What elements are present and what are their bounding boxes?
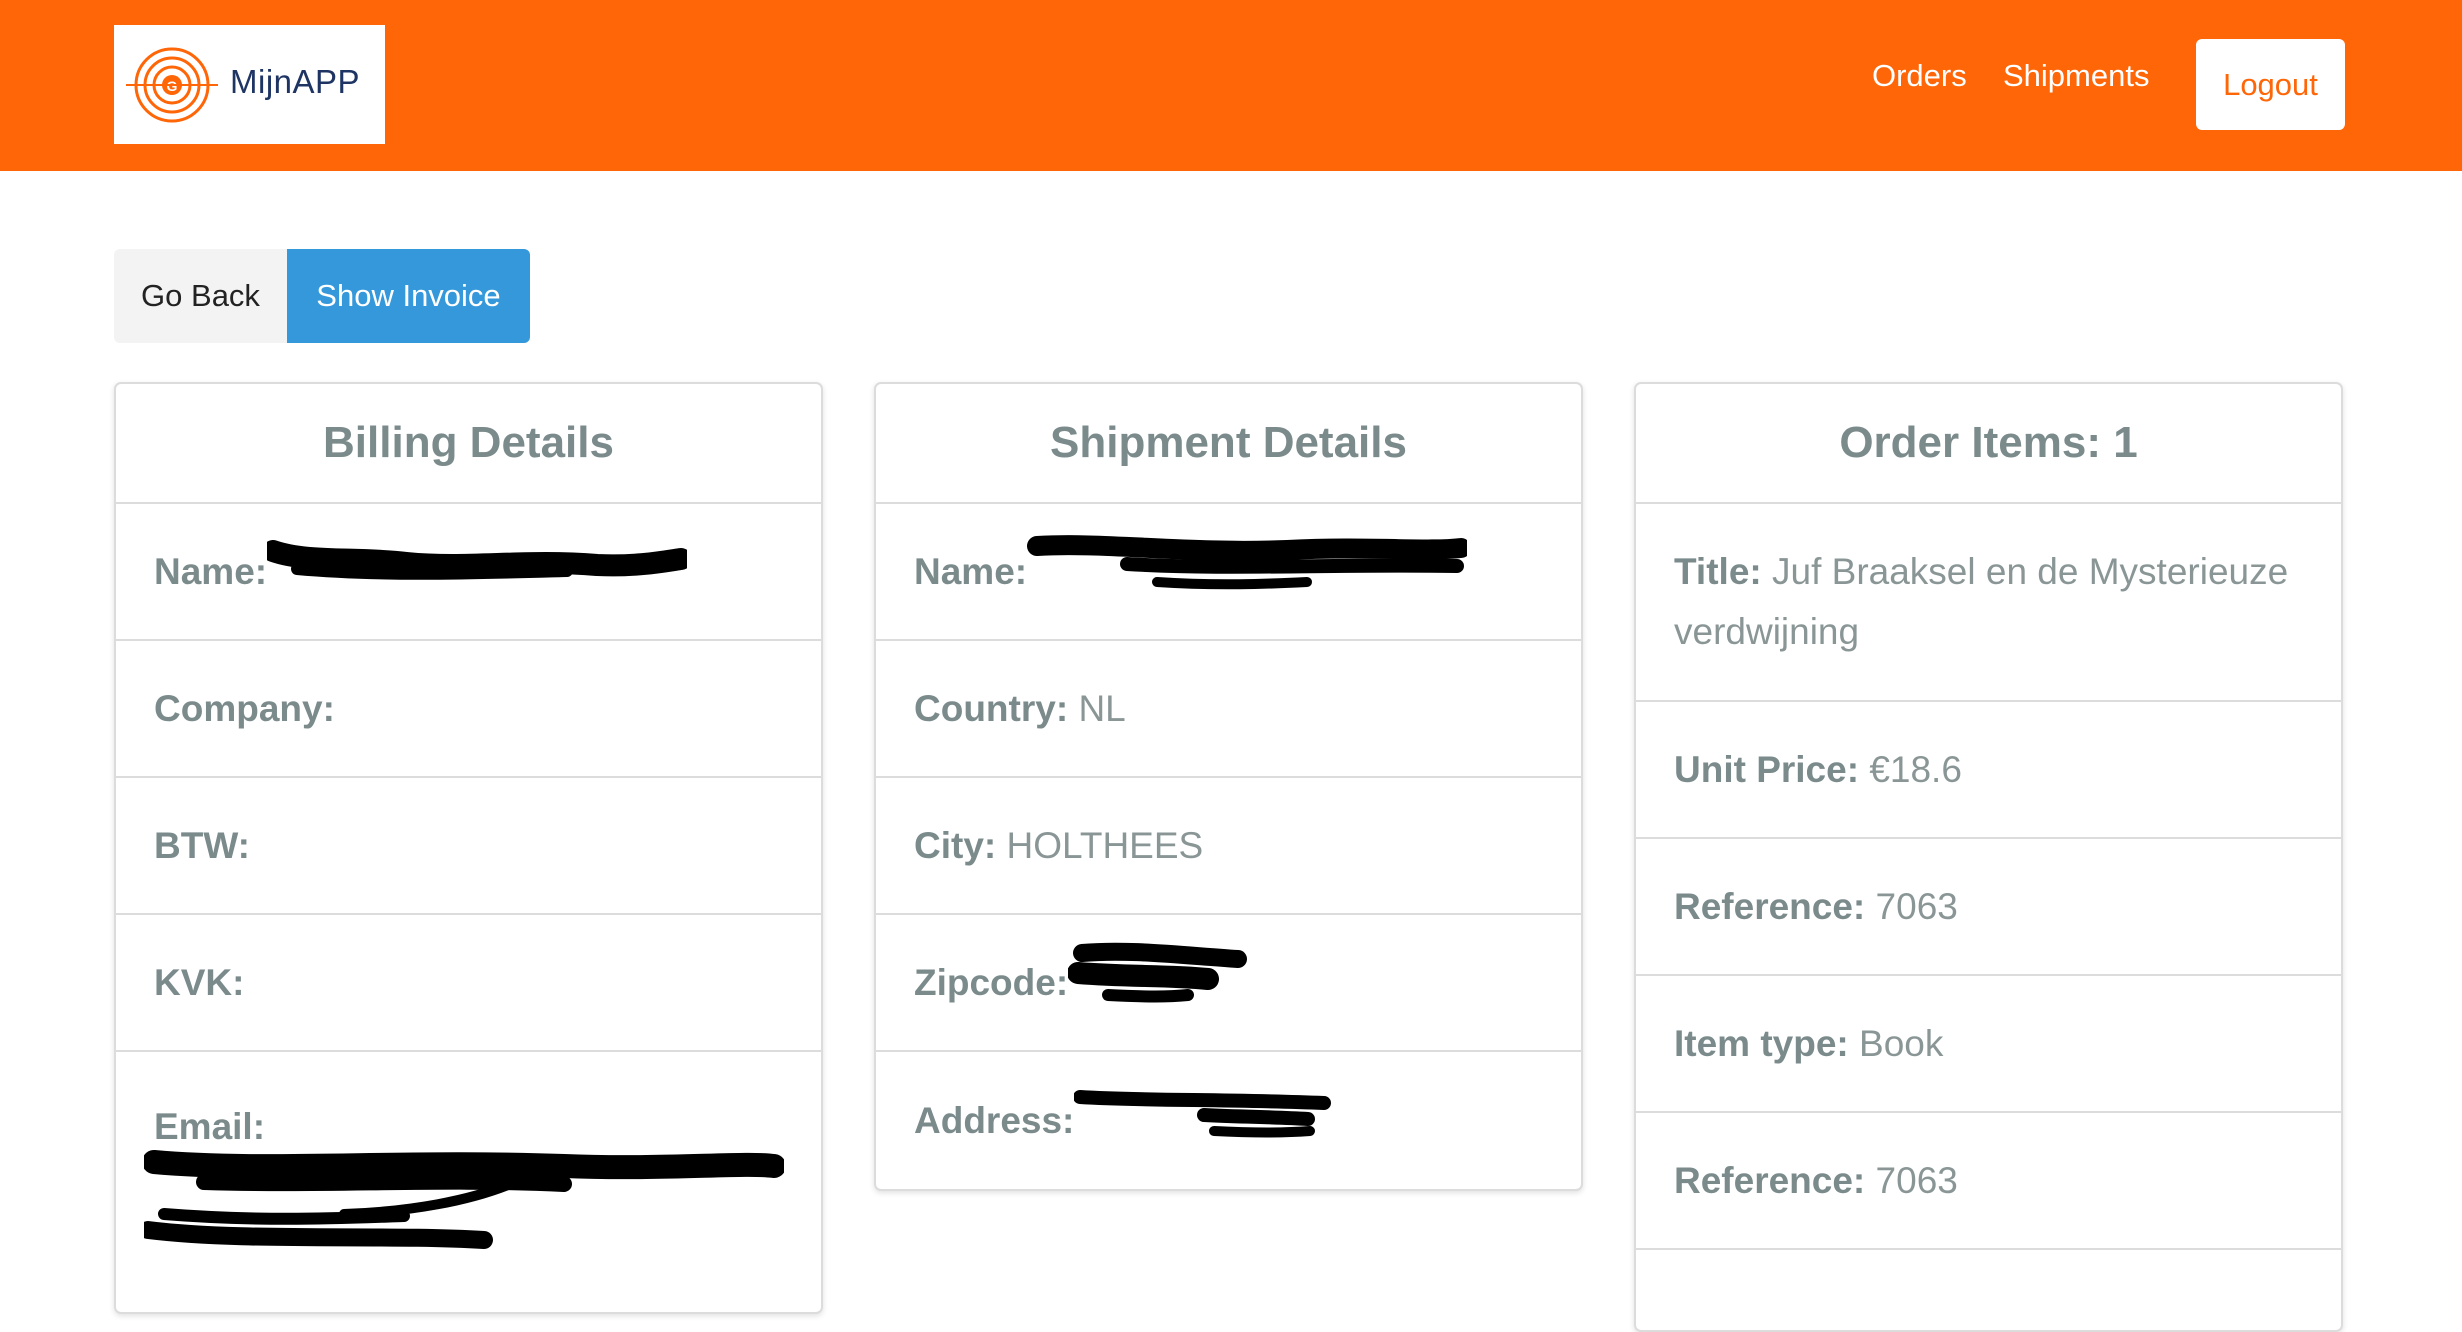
- order-item-unit-price-row: Unit Price: €18.6: [1636, 702, 2341, 839]
- order-item-title-row: Title: Juf Braaksel en de Mysterieuze ve…: [1636, 504, 2341, 702]
- order-item-empty-row: [1636, 1250, 2341, 1330]
- redaction-scribble: [1027, 528, 1472, 616]
- order-item-type-value: Book: [1859, 1022, 1944, 1064]
- shipment-city-value: HOLTHEES: [1006, 824, 1204, 866]
- billing-company-row: Company:: [116, 641, 821, 778]
- billing-name-row: Name:: [116, 504, 821, 641]
- billing-company-label: Company:: [154, 687, 335, 729]
- order-item-reference-label: Reference:: [1674, 885, 1866, 927]
- shipment-city-label: City:: [914, 824, 997, 866]
- order-item-reference2-row: Reference: 7063: [1636, 1113, 2341, 1250]
- redaction-scribble: [262, 533, 693, 611]
- order-items-card: Order Items: 1 Title: Juf Braaksel en de…: [1634, 382, 2343, 1332]
- shipment-zipcode-label: Zipcode:: [914, 961, 1069, 1003]
- billing-btw-label: BTW:: [154, 824, 250, 866]
- order-item-reference-row: Reference: 7063: [1636, 839, 2341, 976]
- order-item-reference2-label: Reference:: [1674, 1159, 1866, 1201]
- shipment-country-label: Country:: [914, 687, 1069, 729]
- order-item-type-row: Item type: Book: [1636, 976, 2341, 1113]
- redaction-scribble: [139, 1142, 786, 1290]
- billing-name-label: Name:: [154, 550, 268, 592]
- shipment-address-row: Address:: [876, 1052, 1581, 1189]
- nav-shipments-link[interactable]: Shipments: [2003, 58, 2149, 94]
- shipment-zipcode-row: Zipcode:: [876, 915, 1581, 1052]
- billing-details-title: Billing Details: [116, 384, 821, 504]
- shipment-details-card: Shipment Details Name: Country: NL City:…: [874, 382, 1583, 1191]
- order-item-unit-price-label: Unit Price:: [1674, 748, 1860, 790]
- order-items-title: Order Items: 1: [1636, 384, 2341, 504]
- target-g-logo-icon: G: [126, 47, 218, 123]
- order-item-title-value: Juf Braaksel en de Mysterieuze verdwijni…: [1674, 551, 2289, 652]
- shipment-address-label: Address:: [914, 1099, 1075, 1141]
- order-item-title-label: Title:: [1674, 551, 1762, 592]
- billing-email-label: Email:: [154, 1106, 266, 1147]
- shipment-city-row: City: HOLTHEES: [876, 778, 1581, 915]
- billing-details-card: Billing Details Name: Company: BTW: KVK:…: [114, 382, 823, 1314]
- order-item-reference-value: 7063: [1875, 885, 1958, 927]
- shipment-details-title: Shipment Details: [876, 384, 1581, 504]
- go-back-button[interactable]: Go Back: [114, 249, 287, 343]
- shipment-name-row: Name:: [876, 504, 1581, 641]
- shipment-country-row: Country: NL: [876, 641, 1581, 778]
- redaction-scribble: [1073, 1077, 1334, 1165]
- order-item-type-label: Item type:: [1674, 1022, 1849, 1064]
- logout-button[interactable]: Logout: [2196, 39, 2345, 130]
- billing-email-row: Email:: [116, 1052, 821, 1312]
- shipment-name-label: Name:: [914, 550, 1028, 592]
- brand-logo[interactable]: G MijnAPP: [114, 25, 385, 144]
- shipment-country-value: NL: [1078, 687, 1126, 729]
- logo-text: MijnAPP: [230, 63, 361, 100]
- show-invoice-button[interactable]: Show Invoice: [287, 249, 530, 343]
- order-item-unit-price-value: €18.6: [1869, 748, 1962, 790]
- order-item-reference2-value: 7063: [1875, 1159, 1958, 1201]
- billing-kvk-row: KVK:: [116, 915, 821, 1052]
- redaction-scribble: [1067, 939, 1248, 1027]
- top-navbar: G MijnAPP Orders Shipments Logout: [0, 0, 2462, 171]
- billing-kvk-label: KVK:: [154, 961, 245, 1003]
- nav-orders-link[interactable]: Orders: [1872, 58, 1967, 94]
- billing-btw-row: BTW:: [116, 778, 821, 915]
